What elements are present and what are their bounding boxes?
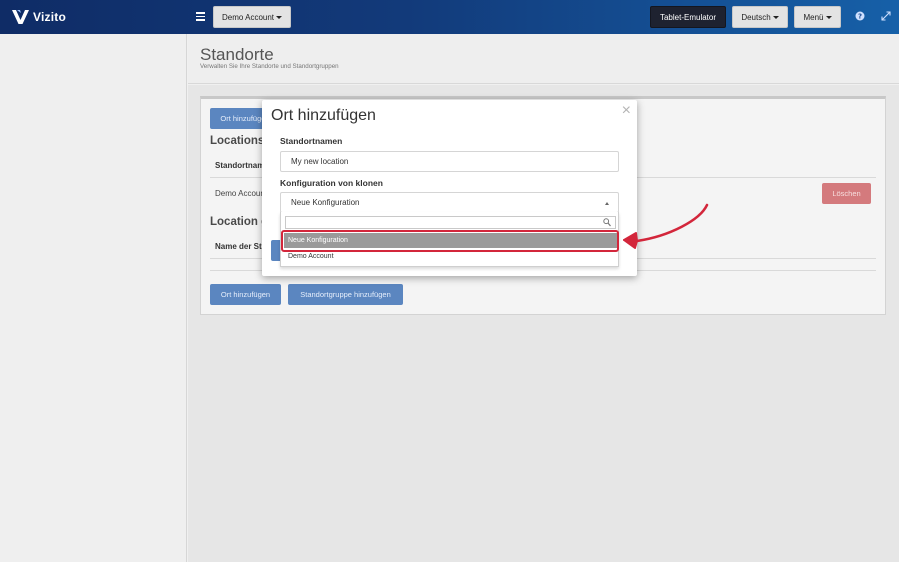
clone-config-selected-value: Neue Konfiguration [291, 198, 360, 207]
language-dropdown-button[interactable]: Deutsch [732, 6, 788, 28]
caret-down-icon [276, 15, 283, 19]
help-icon[interactable]: ? [855, 11, 865, 21]
account-dropdown-button[interactable]: Demo Account [213, 6, 291, 28]
location-name-label: Standortnamen [280, 136, 343, 146]
annotation-highlight [281, 230, 619, 252]
search-icon [603, 218, 611, 227]
top-navbar: Vizito Demo Account Tablet-Emulator Deut… [0, 0, 899, 34]
modal-title: Ort hinzufügen [271, 107, 376, 124]
annotation-arrow-icon [623, 203, 709, 249]
caret-down-icon [772, 15, 779, 19]
location-name-value: My new location [291, 157, 349, 166]
dropdown-option-label: Demo Account [288, 253, 334, 260]
caret-up-icon [605, 202, 609, 205]
menu-dropdown-button[interactable]: Menü [794, 6, 841, 28]
menu-label: Menü [803, 12, 824, 22]
dropdown-search-input[interactable] [285, 216, 616, 229]
account-dropdown-label: Demo Account [221, 12, 275, 22]
svg-text:?: ? [858, 13, 862, 21]
location-name-input[interactable]: My new location [280, 151, 619, 172]
tablet-emulator-button[interactable]: Tablet-Emulator [650, 6, 726, 28]
brand-logo[interactable]: Vizito [12, 9, 66, 25]
vizito-logo-icon [12, 10, 29, 24]
language-label: Deutsch [741, 12, 771, 22]
fullscreen-icon[interactable] [881, 11, 891, 21]
brand-name: Vizito [33, 10, 66, 24]
caret-down-icon [825, 15, 832, 19]
close-icon[interactable]: × [622, 102, 631, 120]
tablet-emulator-label: Tablet-Emulator [659, 12, 717, 22]
clone-config-label: Konfiguration von klonen [280, 178, 383, 188]
hamburger-icon[interactable] [196, 12, 205, 21]
clone-config-select[interactable]: Neue Konfiguration [280, 192, 619, 213]
